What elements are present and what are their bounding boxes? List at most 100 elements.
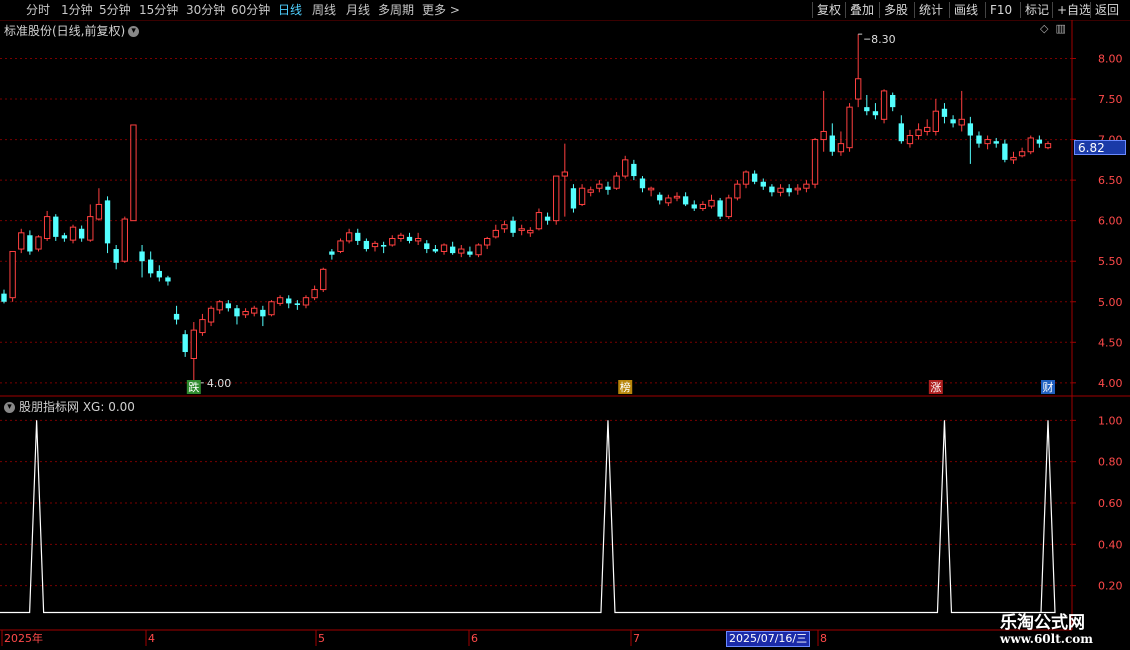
candle-body	[35, 236, 42, 250]
candle-body	[104, 200, 111, 244]
candle-body	[27, 235, 33, 252]
candle-body	[1044, 143, 1052, 149]
candle-body	[786, 188, 792, 193]
candle-body	[544, 216, 551, 221]
candle-body	[286, 298, 292, 304]
candlestick-chart[interactable]: 8.007.507.006.506.005.505.004.504.008.30…	[0, 0, 1130, 650]
candle-body	[1, 293, 7, 302]
candle-body	[121, 218, 128, 262]
candle-body	[1027, 137, 1034, 153]
candle-body	[251, 307, 258, 314]
candle-body	[492, 229, 499, 238]
chevron-down-icon[interactable]: ▾	[4, 402, 15, 413]
watermark-logo: 乐淘公式网	[1000, 613, 1085, 633]
y-tick-label: 7.50	[1098, 93, 1123, 106]
candle-body	[864, 107, 870, 112]
candle-body	[967, 123, 974, 136]
candle-body	[561, 171, 569, 177]
candle-body	[397, 234, 405, 240]
candle-body	[501, 224, 508, 230]
candle-body	[915, 129, 922, 137]
candle-body	[467, 251, 473, 255]
candle-body	[302, 297, 310, 306]
y-tick-label: 6.50	[1098, 174, 1123, 187]
low-label: 4.00	[207, 377, 232, 390]
y-tick-label: 6.00	[1098, 215, 1123, 228]
x-tick-label: 8	[820, 632, 827, 645]
candle-body	[699, 203, 707, 209]
x-tick-label: 4	[148, 632, 155, 645]
candle-body	[190, 329, 197, 360]
high-label: 8.30	[871, 33, 896, 46]
event-marker-label: 榜	[620, 380, 631, 394]
candle-body	[846, 106, 853, 149]
candle-body	[958, 118, 965, 126]
indicator-y-tick-label: 0.60	[1098, 497, 1123, 510]
candle-body	[631, 163, 637, 177]
candle-body	[148, 259, 154, 274]
candle-body	[717, 200, 723, 217]
candle-body	[1010, 156, 1017, 161]
candle-body	[794, 187, 801, 191]
candle-body	[18, 232, 25, 250]
candle-body	[578, 187, 586, 205]
y-tick-label: 4.50	[1098, 336, 1123, 349]
candle-body	[329, 251, 335, 255]
candle-body	[173, 313, 180, 320]
candle-body	[234, 308, 240, 317]
candle-body	[820, 130, 827, 141]
candle-body	[682, 196, 689, 205]
candle-body	[924, 126, 931, 132]
candle-body	[906, 135, 914, 145]
candle-body	[613, 175, 620, 189]
candle-body	[855, 78, 862, 100]
candle-body	[363, 240, 370, 250]
candle-body	[414, 238, 422, 242]
candle-body	[165, 277, 171, 282]
candle-body	[596, 183, 603, 189]
candle-body	[976, 135, 982, 144]
candle-body	[751, 173, 758, 182]
candle-body	[657, 194, 663, 201]
candle-body	[294, 303, 301, 305]
candle-body	[570, 188, 577, 209]
candle-body	[510, 220, 516, 233]
candle-body	[440, 244, 448, 252]
candle-body	[518, 228, 525, 231]
candle-body	[87, 216, 94, 241]
candle-body	[587, 189, 594, 193]
candle-body	[371, 242, 379, 248]
candle-body	[769, 186, 775, 193]
candle-body	[113, 249, 119, 263]
candle-body	[725, 197, 732, 218]
candle-body	[475, 244, 482, 256]
candle-body	[941, 108, 948, 117]
indicator-y-tick-label: 1.00	[1098, 414, 1123, 427]
candle-body	[337, 240, 344, 252]
candle-body	[320, 268, 327, 291]
candle-body	[760, 181, 766, 187]
candle-body	[527, 229, 534, 234]
candle-body	[424, 243, 430, 250]
candle-body	[837, 143, 845, 153]
x-tick-label: 6	[471, 632, 478, 645]
candle-body	[43, 216, 51, 240]
indicator-title[interactable]: ▾ 股朋指标网 XG: 0.00	[4, 398, 135, 415]
candle-body	[130, 124, 137, 222]
candle-body	[242, 310, 249, 316]
candle-body	[406, 236, 413, 241]
candle-body	[182, 334, 188, 353]
candle-body	[345, 232, 353, 242]
x-tick-label: 7	[633, 632, 640, 645]
candle-body	[647, 187, 655, 191]
candle-body	[380, 244, 387, 247]
candle-body	[69, 226, 77, 241]
candle-body	[622, 159, 629, 177]
candle-body	[984, 139, 991, 145]
candle-body	[708, 199, 715, 207]
y-tick-label: 5.50	[1098, 255, 1123, 268]
current-price-tag: 6.82	[1074, 140, 1126, 155]
candle-body	[553, 175, 560, 222]
candle-body	[9, 250, 16, 299]
candle-body	[605, 186, 611, 190]
